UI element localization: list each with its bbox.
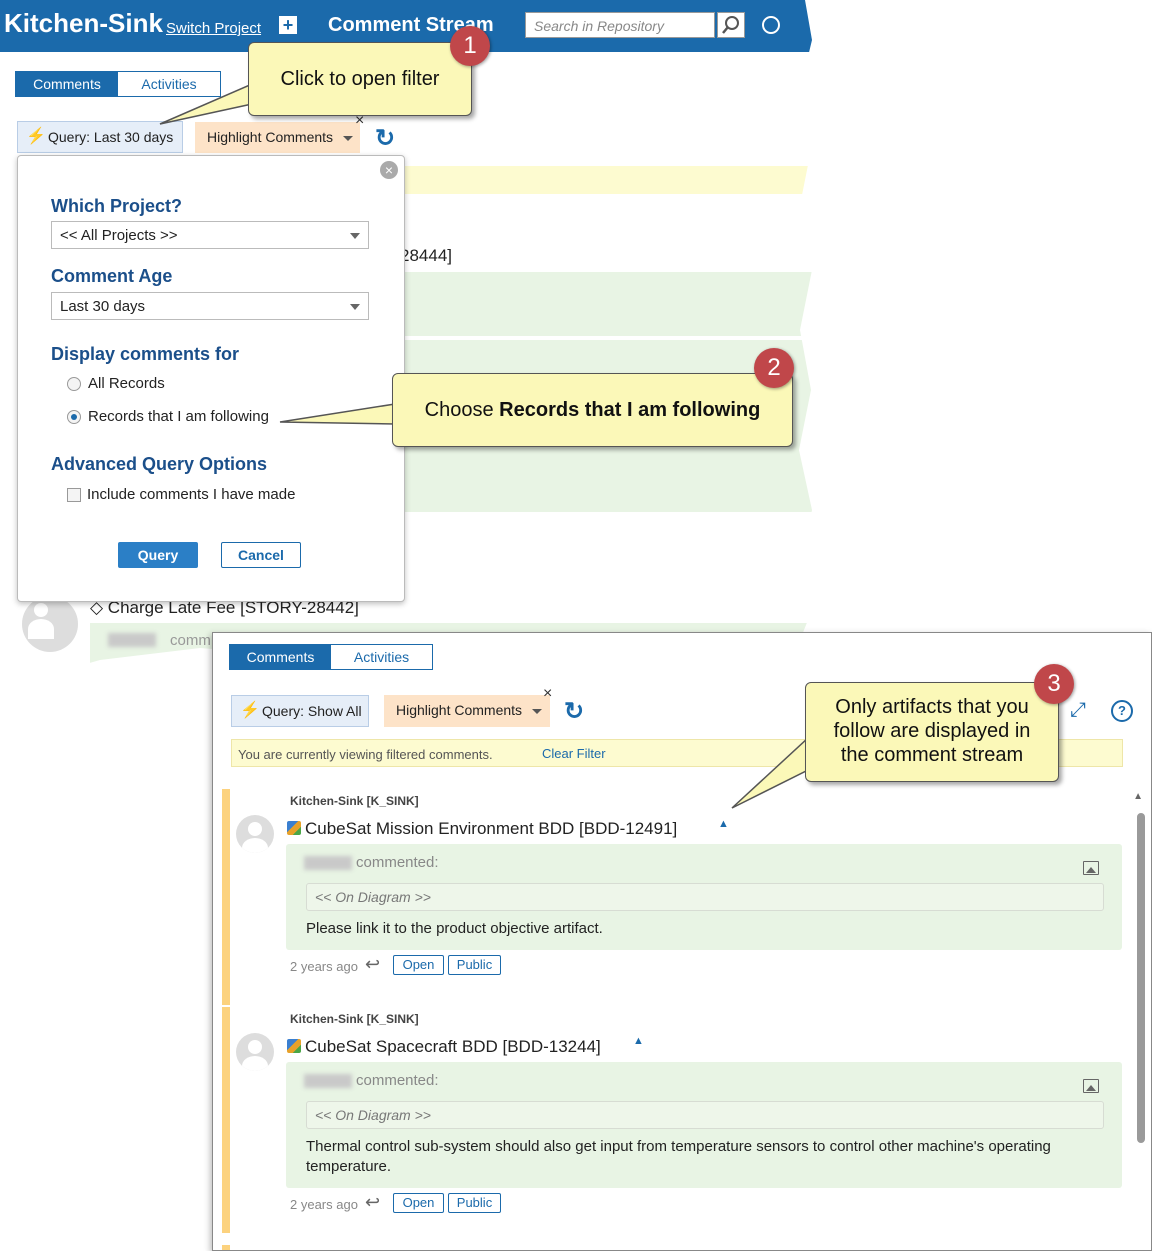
step-badge-1: 1	[450, 26, 490, 66]
callout-open-filter: Click to open filter	[248, 42, 472, 116]
callout-pointers	[159, 82, 809, 809]
step-badge-3: 3	[1034, 664, 1074, 704]
step-badge-2: 2	[754, 348, 794, 388]
callout-only-followed: Only artifacts that you follow are displ…	[805, 682, 1059, 782]
callout-choose-following: Choose Records that I am following	[392, 373, 793, 447]
